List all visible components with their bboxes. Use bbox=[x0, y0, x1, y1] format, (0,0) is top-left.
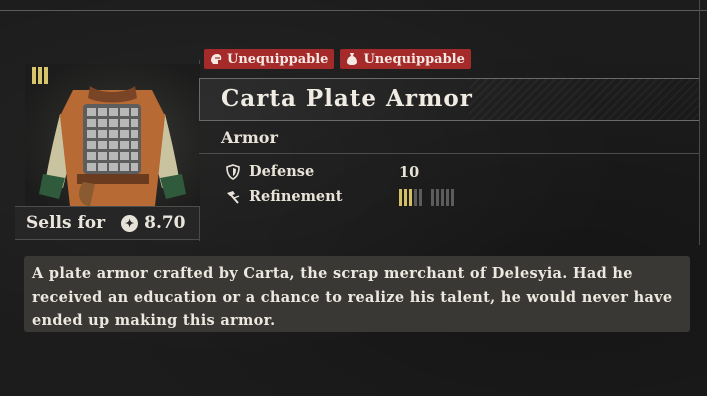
refinement-pip bbox=[446, 189, 449, 206]
coin-icon: ✦ bbox=[121, 214, 139, 232]
refinement-pip bbox=[451, 189, 454, 206]
refinement-meter bbox=[399, 189, 454, 206]
sells-label: Sells for bbox=[26, 213, 106, 233]
refinement-pip bbox=[414, 189, 417, 206]
title-bar: Carta Plate Armor bbox=[199, 78, 699, 121]
unequippable-badge: Unequippable bbox=[340, 49, 471, 69]
badge-label: Unequippable bbox=[227, 51, 329, 67]
stat-label: Defense bbox=[249, 163, 315, 180]
item-description: A plate armor crafted by Carta, the scra… bbox=[24, 256, 690, 332]
refinement-pip bbox=[436, 189, 439, 206]
restriction-badges: Unequippable Unequippable bbox=[204, 49, 471, 69]
item-category: Armor bbox=[221, 128, 278, 147]
tier-indicator bbox=[32, 67, 48, 84]
stat-label: Refinement bbox=[249, 188, 343, 205]
shield-icon bbox=[225, 163, 241, 180]
defense-value: 10 bbox=[399, 164, 420, 181]
stat-defense: Defense bbox=[225, 163, 314, 180]
refinement-pip bbox=[404, 189, 407, 206]
refinement-pip bbox=[419, 189, 422, 206]
sell-price: 8.70 bbox=[144, 213, 186, 233]
badge-label: Unequippable bbox=[363, 51, 465, 67]
sack-icon bbox=[345, 52, 359, 66]
refinement-pip bbox=[399, 189, 402, 206]
panel-right-edge bbox=[699, 0, 700, 245]
top-divider bbox=[0, 10, 707, 11]
refinement-pip bbox=[409, 189, 412, 206]
category-divider bbox=[199, 153, 699, 154]
stat-refinement: Refinement bbox=[225, 188, 342, 205]
sell-price-bar: Sells for ✦ 8.70 bbox=[15, 206, 199, 240]
armor-image bbox=[25, 64, 200, 206]
refinement-pip bbox=[431, 189, 434, 206]
refinement-pip bbox=[441, 189, 444, 206]
unequippable-badge: Unequippable bbox=[204, 49, 335, 69]
helmet-icon bbox=[209, 52, 223, 66]
hammer-icon bbox=[225, 189, 241, 205]
item-name: Carta Plate Armor bbox=[221, 85, 473, 112]
